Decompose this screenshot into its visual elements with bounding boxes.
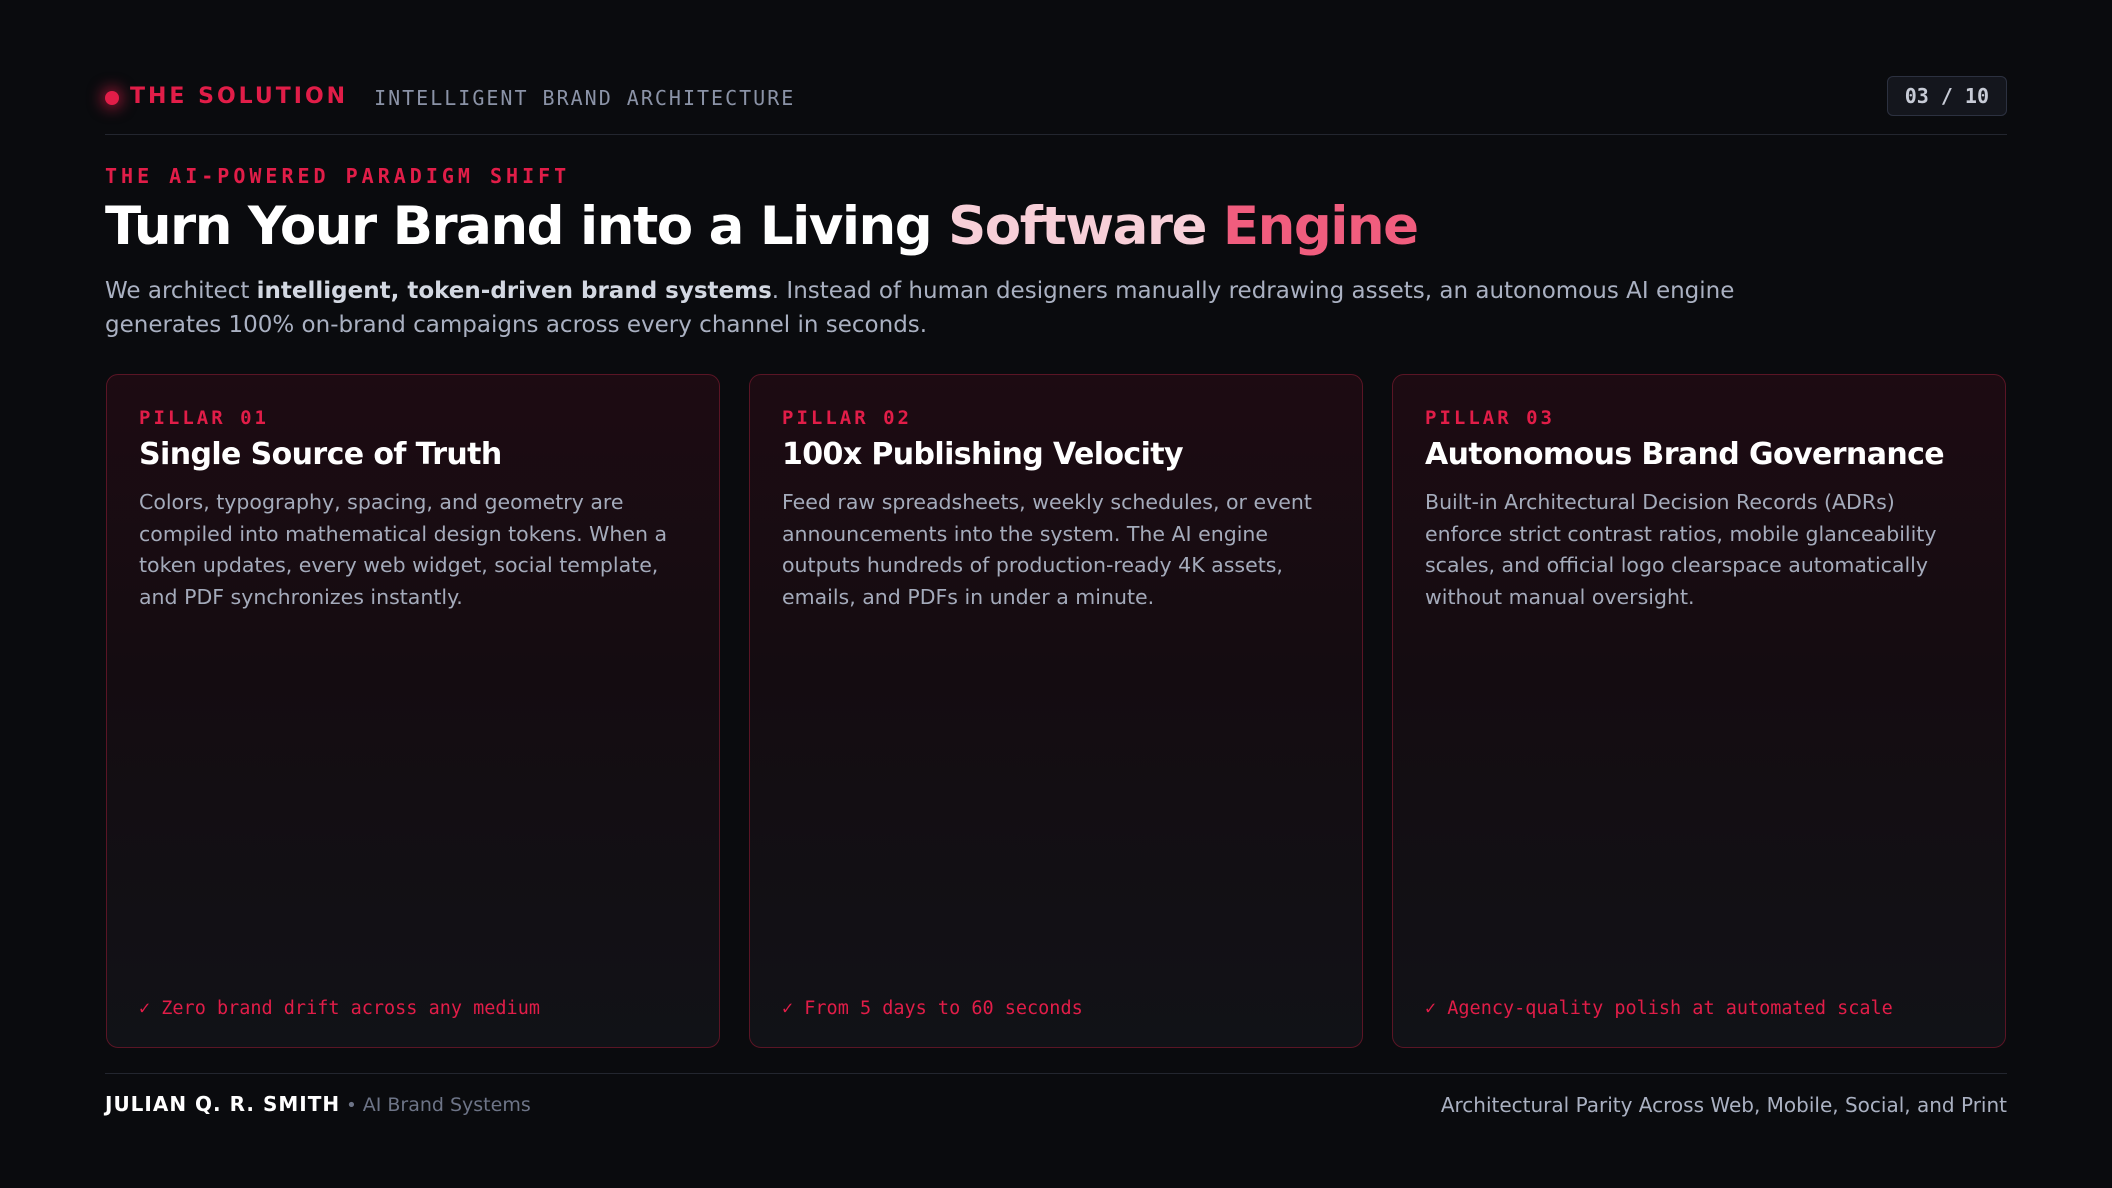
pillar-description: Built-in Architectural Decision Records … xyxy=(1425,490,1937,609)
pillar-highlight: ✓ From 5 days to 60 seconds xyxy=(782,998,1083,1019)
pillar-description: Feed raw spreadsheets, weekly schedules,… xyxy=(782,490,1312,609)
hero-eyebrow: THE AI-POWERED PARADIGM SHIFT xyxy=(105,164,571,188)
page-counter: 03 / 10 xyxy=(1886,76,2007,116)
slide-header: THE SOLUTION INTELLIGENT BRAND ARCHITECT… xyxy=(105,72,2007,120)
pillar-card-2: PILLAR 02 100x Publishing Velocity Feed … xyxy=(749,374,1363,1048)
slide: THE SOLUTION INTELLIGENT BRAND ARCHITECT… xyxy=(105,0,2007,1188)
pillar-card-1: PILLAR 01 Single Source of Truth Colors,… xyxy=(106,374,720,1048)
status-dot-icon xyxy=(105,91,119,105)
pillar-label: PILLAR 03 xyxy=(1425,407,1555,429)
pillar-title: Single Source of Truth xyxy=(139,437,502,472)
title-highlight-engine: Engine xyxy=(1222,196,1419,257)
section-subtitle: INTELLIGENT BRAND ARCHITECTURE xyxy=(374,86,796,110)
title-highlight-software: Software xyxy=(948,196,1223,257)
author-role: AI Brand Systems xyxy=(362,1094,531,1116)
author-name: JULIAN Q. R. SMITH xyxy=(105,1092,341,1116)
pillar-title: Autonomous Brand Governance xyxy=(1425,437,1945,472)
page-title: Turn Your Brand into a Living Software E… xyxy=(105,192,1419,262)
pillar-title: 100x Publishing Velocity xyxy=(782,437,1184,472)
lede-prefix: We architect xyxy=(105,278,257,304)
pillar-highlight: ✓ Zero brand drift across any medium xyxy=(139,998,540,1019)
footer-divider xyxy=(105,1073,2007,1074)
lede-emphasis: intelligent, token-driven brand systems xyxy=(256,278,772,304)
pillar-card-3: PILLAR 03 Autonomous Brand Governance Bu… xyxy=(1392,374,2006,1048)
title-main: Turn Your Brand into a Living xyxy=(105,196,949,257)
footer-tagline: Architectural Parity Across Web, Mobile,… xyxy=(1440,1093,2007,1117)
pillar-highlight: ✓ Agency-quality polish at automated sca… xyxy=(1425,998,1893,1019)
bullet-separator: • xyxy=(346,1095,357,1116)
pillar-label: PILLAR 02 xyxy=(782,407,912,429)
header-divider xyxy=(105,134,2007,135)
pillar-description: Colors, typography, spacing, and geometr… xyxy=(139,490,668,609)
footer-author-block: JULIAN Q. R. SMITH • AI Brand Systems xyxy=(105,1092,531,1116)
hero-description: We architect intelligent, token-driven b… xyxy=(105,274,1795,342)
section-label: THE SOLUTION xyxy=(130,83,349,109)
pillar-label: PILLAR 01 xyxy=(139,407,269,429)
